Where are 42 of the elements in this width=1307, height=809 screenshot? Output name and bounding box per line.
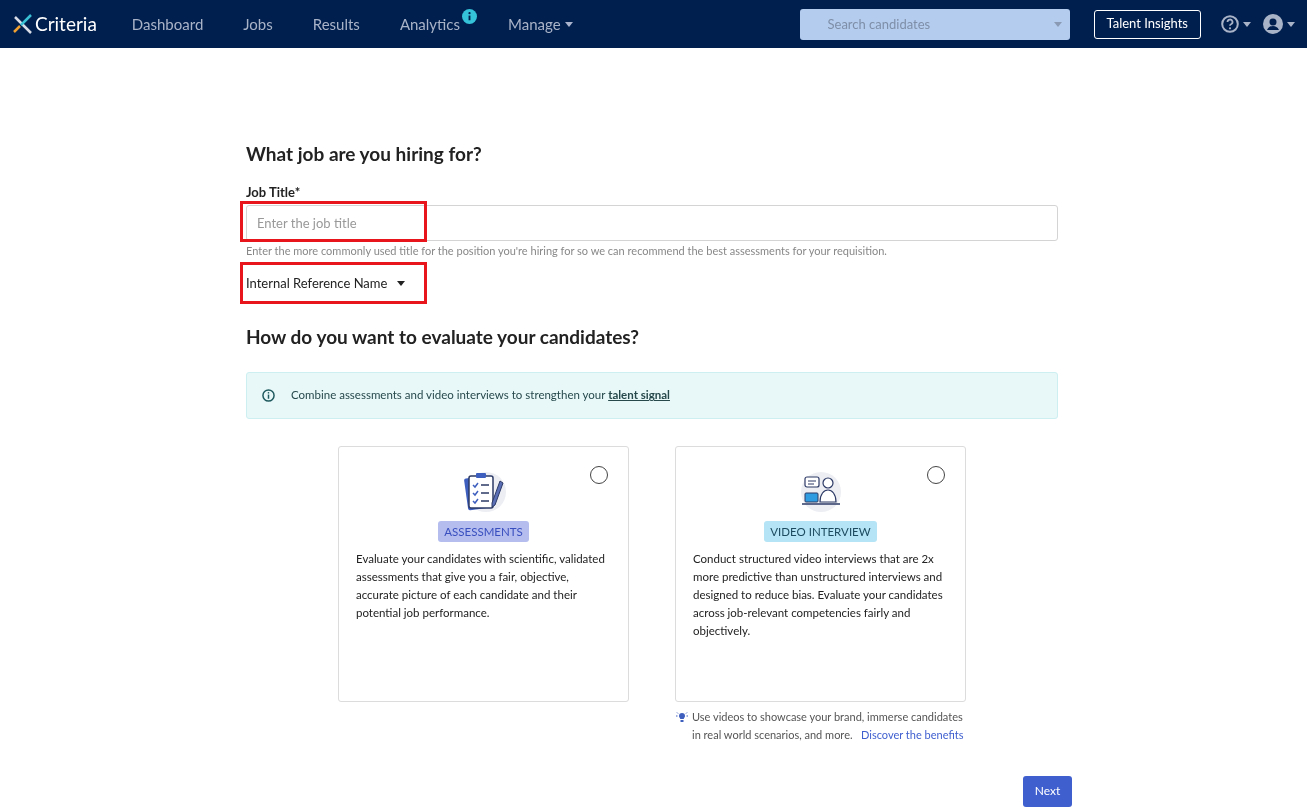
section-heading: What job are you hiring for?: [246, 141, 483, 167]
caret-icon: [1243, 21, 1251, 27]
job-title-input[interactable]: Enter the job title: [246, 205, 1058, 241]
clipboard-checklist-icon: [461, 470, 506, 513]
discover-benefits-link[interactable]: Discover the benefits: [861, 727, 964, 741]
caret-icon: [564, 21, 573, 27]
reference-name-dropdown[interactable]: Internal Reference Name: [246, 273, 406, 293]
nav-link[interactable]: Analytics: [399, 12, 477, 36]
tip-text: Use videos to showcase your brand, immerse candidates in real world scenarios, and more. Discover the benefits: [692, 708, 965, 743]
option-card[interactable]: [675, 445, 966, 702]
field-hint: Enter the more commonly used title for the position you're hiring for so we can recommend the best assessments for your requisition.: [246, 243, 888, 259]
help-icon: [1221, 15, 1239, 33]
section-heading: How do you want to evaluate your candidates?: [246, 324, 641, 350]
caret-icon: [1287, 21, 1295, 27]
caret-icon: [1053, 21, 1062, 27]
option-tag: VIDEO INTERVIEW: [764, 520, 877, 542]
info-icon: [462, 8, 477, 24]
caret-icon: [397, 280, 406, 286]
radio-button[interactable]: [590, 465, 608, 484]
logo-icon: [12, 13, 34, 35]
next-button[interactable]: Next: [1023, 775, 1072, 807]
nav-dropdown[interactable]: Manage: [508, 12, 573, 36]
field-label: Job Title*: [246, 182, 302, 202]
nav-link[interactable]: Dashboard: [131, 12, 204, 36]
option-description: Evaluate your candidates with scientific, validated assessments that give you a fair, objective, accurate picture of each candidate and their potential job performance.: [356, 550, 606, 621]
option-tag: ASSESSMENTS: [438, 520, 529, 542]
logo-text: Criteria: [35, 10, 97, 37]
help-button[interactable]: [1221, 15, 1251, 33]
video-interview-icon: [798, 470, 843, 513]
banner-text: Combine assessments and video interviews to strengthen your talent signal: [291, 387, 670, 404]
nav-link[interactable]: Results: [312, 12, 360, 36]
talent-signal-link[interactable]: talent signal: [608, 388, 670, 402]
search-field[interactable]: Search candidates: [799, 8, 1070, 40]
info-icon: [262, 388, 275, 402]
radio-button[interactable]: [927, 465, 945, 484]
talent-insights-button[interactable]: Talent Insights: [1093, 9, 1201, 39]
lightbulb-icon: [675, 710, 689, 723]
user-avatar-icon: [1263, 14, 1283, 34]
nav-link[interactable]: Jobs: [243, 12, 273, 36]
option-description: Conduct structured video interviews that are 2x more predictive than unstructured interviews and designed to reduce bias. Evaluate your candidates across job-relevant competencies fairly and objectively.: [693, 550, 944, 639]
option-card[interactable]: ASSESSMENTS Evaluate your candidates with scientific, validated assessments that give you a fair, objective, accurate picture of each candidate and their potential job performance.: [338, 445, 629, 702]
account-button[interactable]: [1263, 14, 1295, 34]
